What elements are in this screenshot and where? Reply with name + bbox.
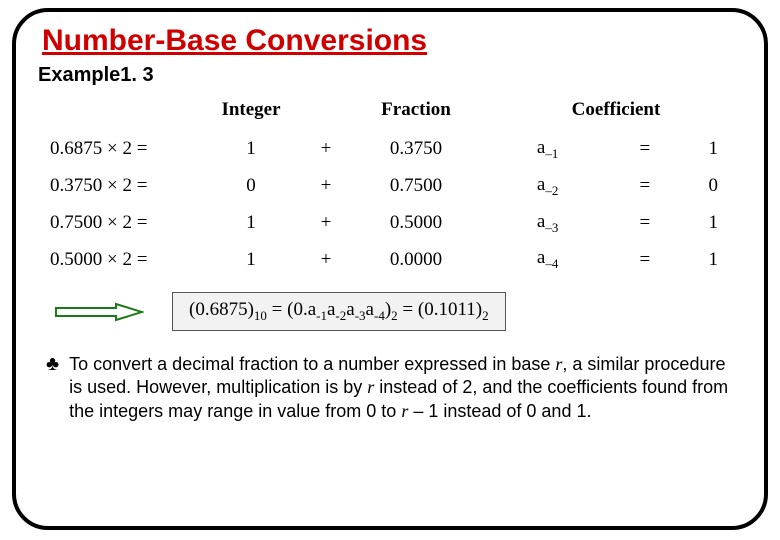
cell-frac: 0.3750 xyxy=(346,131,486,168)
note-row: ♣ To convert a decimal fraction to a num… xyxy=(36,353,744,423)
cell-lhs: 0.5000 × 2 = xyxy=(46,241,196,278)
slide-frame: Number-Base Conversions Example1. 3 Inte… xyxy=(12,8,768,530)
result-formula: (0.6875)10 = (0.a-1a-2a-3a-4)2 = (0.1011… xyxy=(172,292,506,331)
cell-lhs: 0.7500 × 2 = xyxy=(46,205,196,242)
col-coefficient: Coefficient xyxy=(486,95,746,131)
note-text: To convert a decimal fraction to a numbe… xyxy=(69,353,738,423)
cell-frac: 0.7500 xyxy=(346,168,486,205)
cell-int: 1 xyxy=(196,205,306,242)
slide-title: Number-Base Conversions xyxy=(42,24,744,58)
cell-frac: 0.0000 xyxy=(346,241,486,278)
col-integer: Integer xyxy=(196,95,306,131)
cell-plus: + xyxy=(306,131,346,168)
cell-eq: = xyxy=(609,205,680,242)
cell-coef-val: 0 xyxy=(681,168,746,205)
table-row: 0.6875 × 2 = 1 + 0.3750 a–1 = 1 xyxy=(46,131,746,168)
table-row: 0.3750 × 2 = 0 + 0.7500 a–2 = 0 xyxy=(46,168,746,205)
cell-coef-a: a–4 xyxy=(486,241,609,278)
cell-coef-a: a–2 xyxy=(486,168,609,205)
cell-int: 1 xyxy=(196,241,306,278)
cell-coef-val: 1 xyxy=(681,241,746,278)
cell-eq: = xyxy=(609,168,680,205)
cell-int: 1 xyxy=(196,131,306,168)
col-fraction: Fraction xyxy=(346,95,486,131)
conversion-table: Integer Fraction Coefficient 0.6875 × 2 … xyxy=(46,95,740,278)
result-row: (0.6875)10 = (0.a-1a-2a-3a-4)2 = (0.1011… xyxy=(36,292,744,331)
example-label: Example1. 3 xyxy=(38,64,744,87)
cell-plus: + xyxy=(306,241,346,278)
cell-coef-val: 1 xyxy=(681,205,746,242)
cell-lhs: 0.6875 × 2 = xyxy=(46,131,196,168)
table-header-row: Integer Fraction Coefficient xyxy=(46,95,746,131)
right-arrow-icon xyxy=(52,299,144,325)
cell-coef-a: a–1 xyxy=(486,131,609,168)
cell-eq: = xyxy=(609,241,680,278)
cell-eq: = xyxy=(609,131,680,168)
table-row: 0.5000 × 2 = 1 + 0.0000 a–4 = 1 xyxy=(46,241,746,278)
cell-coef-val: 1 xyxy=(681,131,746,168)
table-row: 0.7500 × 2 = 1 + 0.5000 a–3 = 1 xyxy=(46,205,746,242)
cell-frac: 0.5000 xyxy=(346,205,486,242)
cell-int: 0 xyxy=(196,168,306,205)
club-bullet-icon: ♣ xyxy=(46,353,59,375)
cell-coef-a: a–3 xyxy=(486,205,609,242)
cell-plus: + xyxy=(306,168,346,205)
cell-plus: + xyxy=(306,205,346,242)
cell-lhs: 0.3750 × 2 = xyxy=(46,168,196,205)
